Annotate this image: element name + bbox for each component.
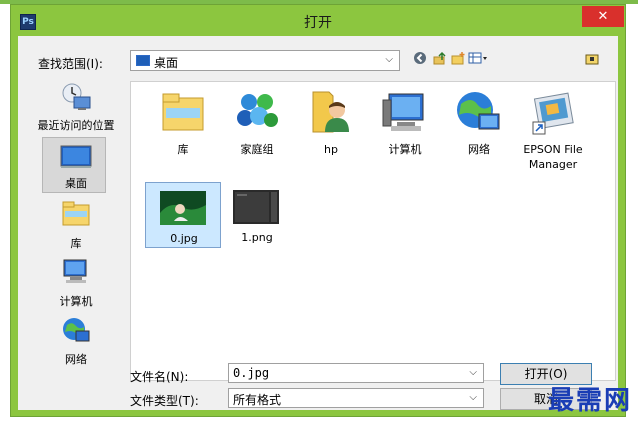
place-desktop[interactable]: 桌面 [30,137,122,195]
file-list-view[interactable]: 库 家庭组 hp 计算机 网络 EPSON File Manager 0.jpg… [130,81,616,381]
view-menu-icon[interactable] [468,51,490,67]
place-library[interactable]: 库 [30,199,122,253]
file-name-value: 0.jpg [233,366,270,380]
list-item-network[interactable]: 网络 [441,86,517,174]
library-icon [162,93,204,131]
item-label: 1.png [241,231,273,244]
item-label: 网络 [468,143,490,156]
desktop-icon [136,55,150,66]
epson-shortcut-icon [532,92,574,135]
chevron-down-icon[interactable]: ⌵ [469,392,477,403]
user-folder-icon [312,91,349,133]
list-item-library[interactable]: 库 [145,86,221,174]
file-name-label: 文件名(N): [130,370,189,384]
place-computer[interactable]: 计算机 [30,257,122,311]
list-item-epson-file-manager[interactable]: EPSON File Manager [515,86,591,174]
item-label: 计算机 [388,143,422,156]
item-label: hp [324,143,338,156]
file-type-value: 所有格式 [233,393,282,407]
place-label: 最近访问的位置 [37,119,115,132]
place-label: 桌面 [65,177,87,190]
place-label: 网络 [65,353,87,366]
list-item-0-jpg[interactable]: 0.jpg [145,182,221,248]
title-bar[interactable]: Ps 打开 ✕ [11,5,625,37]
pin-folder-icon[interactable] [584,51,600,67]
open-dialog: Ps 打开 ✕ 查找范围(I): 桌面 ⌵ 最近访问的位置 桌面 库 计算机 网… [10,4,626,417]
dialog-body: 查找范围(I): 桌面 ⌵ 最近访问的位置 桌面 库 计算机 网络 库 家庭组 … [18,36,618,410]
homegroup-icon [237,94,278,127]
image-thumbnail [233,190,279,224]
list-item-hp[interactable]: hp [293,86,369,174]
close-button[interactable]: ✕ [582,6,624,27]
place-network[interactable]: 网络 [30,315,122,369]
list-item-1-png[interactable]: 1.png [219,182,295,248]
file-name-input[interactable]: 0.jpg ⌵ [228,363,484,383]
file-type-select[interactable]: 所有格式 ⌵ [228,388,484,408]
list-item-computer[interactable]: 计算机 [367,86,443,174]
network-icon [457,92,500,130]
watermark: 最需网 [547,386,632,416]
recent-places-icon [62,83,91,110]
computer-icon [63,259,87,283]
place-label: 计算机 [59,295,93,308]
file-type-label: 文件类型(T): [130,394,199,408]
look-in-combo[interactable]: 桌面 ⌵ [130,50,400,71]
library-icon [62,201,90,226]
dialog-title: 打开 [304,15,332,31]
desktop-icon [60,145,92,168]
place-recent[interactable]: 最近访问的位置 [30,81,122,135]
new-folder-icon[interactable] [450,51,466,67]
list-item-homegroup[interactable]: 家庭组 [219,86,295,174]
item-label: 库 [177,143,189,156]
look-in-label: 查找范围(I): [38,57,103,71]
item-label: EPSON File Manager [523,143,583,171]
look-in-value: 桌面 [154,56,179,70]
chevron-down-icon[interactable]: ⌵ [469,367,477,378]
item-label: 家庭组 [240,143,274,156]
chevron-down-icon: ⌵ [385,54,393,65]
back-icon[interactable] [412,51,428,67]
image-thumbnail [160,191,206,225]
place-label: 库 [70,237,82,250]
network-icon [63,318,90,342]
computer-icon [382,93,424,131]
up-folder-icon[interactable] [432,51,448,67]
places-bar: 最近访问的位置 桌面 库 计算机 网络 [30,81,122,381]
item-label: 0.jpg [170,232,198,245]
